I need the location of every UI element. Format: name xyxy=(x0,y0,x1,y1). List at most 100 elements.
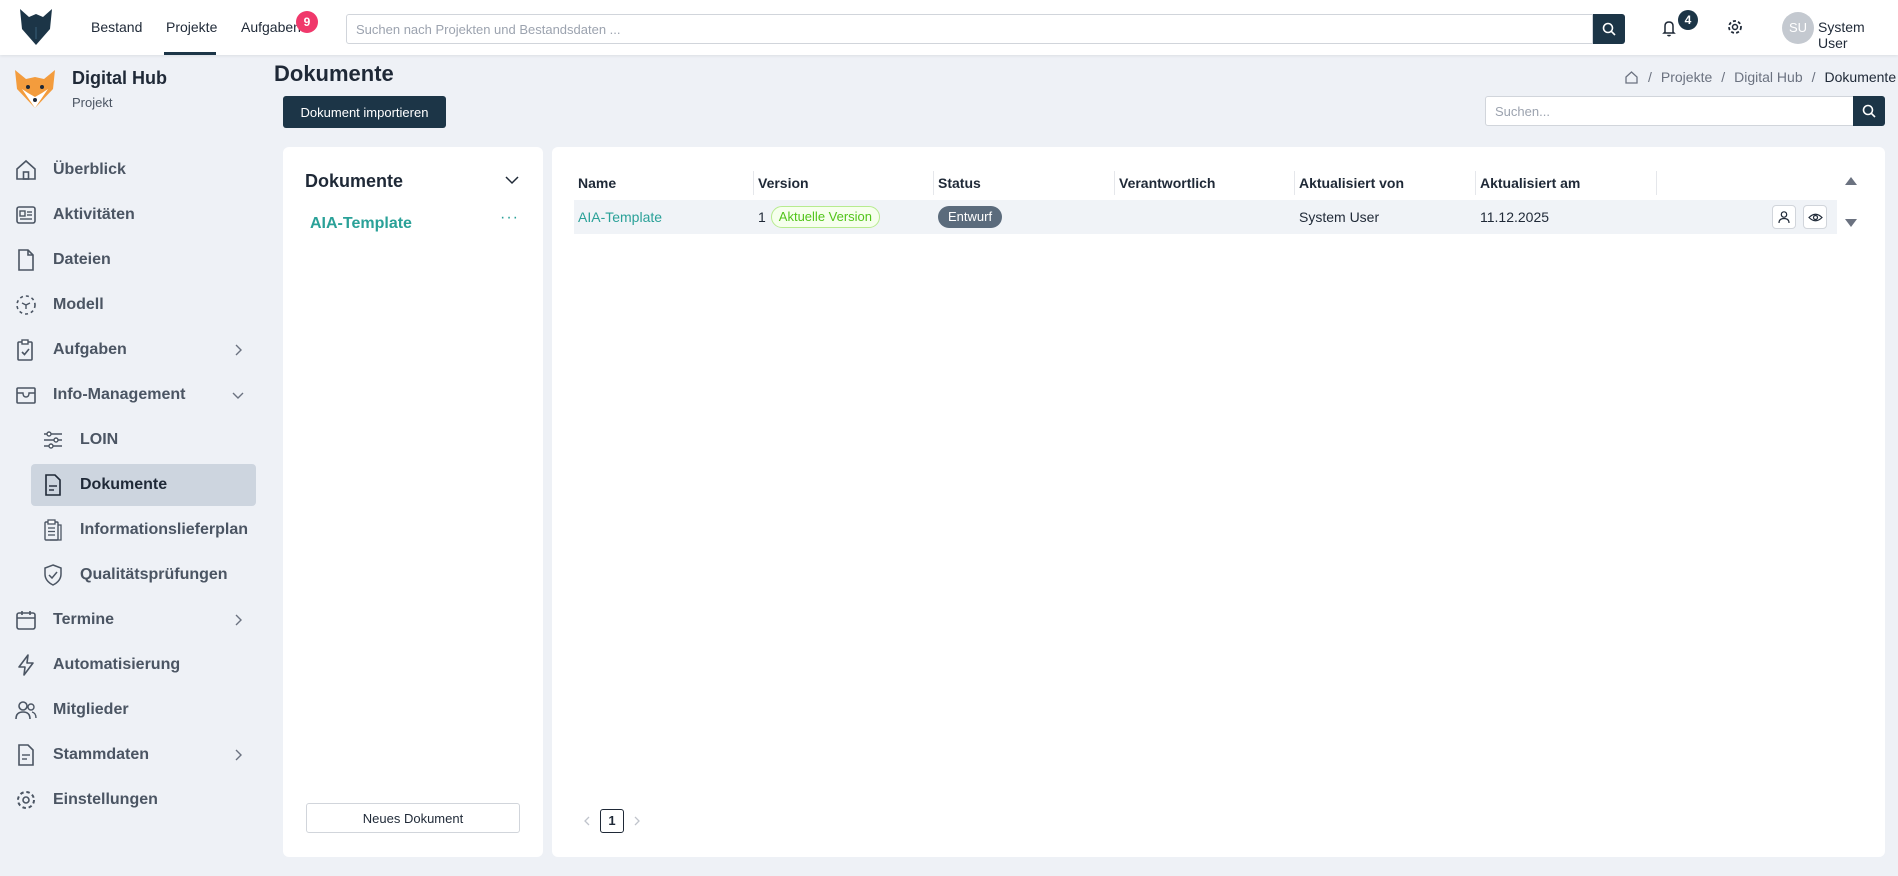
documents-tree-panel: Dokumente AIA-Template ··· Neues Dokumen… xyxy=(283,147,543,857)
document-name-link[interactable]: AIA-Template xyxy=(578,209,662,225)
sidebar-item-label: Stammdaten xyxy=(53,746,150,763)
more-options-icon[interactable]: ··· xyxy=(500,209,519,227)
sidebar-item-label: Aufgaben xyxy=(53,341,127,358)
scroll-up-arrow-icon[interactable] xyxy=(1845,177,1857,185)
user-icon xyxy=(1778,211,1790,224)
documents-table-panel: Name Version Status Verantwortlich Aktua… xyxy=(552,147,1885,857)
project-fox-avatar-icon xyxy=(15,70,55,108)
assign-user-button[interactable] xyxy=(1772,205,1796,229)
chevron-right-icon xyxy=(235,749,242,761)
sidebar-item-label: Mitglieder xyxy=(53,701,129,718)
shield-check-icon xyxy=(39,561,67,589)
clipboard-list-icon xyxy=(39,516,67,544)
home-icon[interactable] xyxy=(1624,70,1639,85)
sidebar-item-label: Einstellungen xyxy=(53,791,158,808)
column-header-version[interactable]: Version xyxy=(754,171,934,195)
sidebar-item-label: Dateien xyxy=(53,251,111,268)
file-icon xyxy=(12,246,40,274)
breadcrumb: / Projekte / Digital Hub / Dokumente xyxy=(1624,68,1896,86)
sidebar-item-automatisierung[interactable]: Automatisierung xyxy=(12,644,258,686)
column-header-actions xyxy=(1657,171,1837,195)
nav-projekte[interactable]: Projekte xyxy=(166,19,217,35)
sidebar-subitem-qualitaetspruefungen[interactable]: Qualitätsprüfungen xyxy=(31,554,256,596)
tasks-count-badge: 9 xyxy=(296,11,318,33)
nav-aufgaben[interactable]: Aufgaben xyxy=(241,19,301,35)
column-header-status[interactable]: Status xyxy=(934,171,1115,195)
activity-icon xyxy=(12,201,40,229)
chevron-right-icon xyxy=(235,344,242,356)
active-nav-indicator xyxy=(164,52,216,55)
sidebar-item-label: Termine xyxy=(53,611,115,628)
sidebar-item-aktivitaeten[interactable]: Aktivitäten xyxy=(12,194,258,236)
tree-panel-title: Dokumente xyxy=(305,171,404,191)
sidebar-item-mitglieder[interactable]: Mitglieder xyxy=(12,689,258,731)
sidebar-item-label: LOIN xyxy=(80,431,119,448)
breadcrumb-projekte[interactable]: Projekte xyxy=(1661,69,1712,85)
search-icon xyxy=(1602,22,1616,36)
clipboard-check-icon xyxy=(12,336,40,364)
sidebar-item-label: Überblick xyxy=(53,161,126,178)
sidebar-item-label: Modell xyxy=(53,296,104,313)
tree-item-aia-template[interactable]: AIA-Template xyxy=(310,215,412,233)
top-bar: Bestand Projekte Aufgaben 9 4 SU System … xyxy=(0,0,1898,55)
document-search-input[interactable] xyxy=(1485,96,1854,126)
model-icon xyxy=(12,291,40,319)
table-row[interactable]: AIA-Template 1 Aktuelle Version Entwurf … xyxy=(574,200,1837,234)
sidebar-subitem-dokumente[interactable]: Dokumente xyxy=(31,464,256,506)
sidebar-item-einstellungen[interactable]: Einstellungen xyxy=(12,779,258,821)
column-header-aktualisiert-am[interactable]: Aktualisiert am xyxy=(1476,171,1657,195)
status-badge: Entwurf xyxy=(938,206,1003,228)
pagination-page-1[interactable]: 1 xyxy=(600,809,624,833)
sidebar-item-aufgaben[interactable]: Aufgaben xyxy=(12,329,258,371)
global-search-input[interactable] xyxy=(346,14,1593,44)
breadcrumb-digital-hub[interactable]: Digital Hub xyxy=(1734,69,1802,85)
user-avatar[interactable]: SU xyxy=(1782,12,1814,44)
sidebar-item-label: Automatisierung xyxy=(53,656,181,673)
global-search-button[interactable] xyxy=(1593,14,1625,44)
sidebar-item-modell[interactable]: Modell xyxy=(12,284,258,326)
pagination: 1 xyxy=(580,809,644,833)
column-header-name[interactable]: Name xyxy=(574,171,754,195)
sidebar-item-stammdaten[interactable]: Stammdaten xyxy=(12,734,258,776)
updated-at-cell: 11.12.2025 xyxy=(1480,209,1550,225)
sidebar-item-dateien[interactable]: Dateien xyxy=(12,239,258,281)
breadcrumb-dokumente: Dokumente xyxy=(1824,69,1897,85)
updated-by-cell: System User xyxy=(1299,209,1380,225)
document-icon xyxy=(12,741,40,769)
nav-bestand[interactable]: Bestand xyxy=(91,19,142,35)
sidebar-item-label: Aktivitäten xyxy=(53,206,135,223)
bell-icon[interactable] xyxy=(1658,17,1680,39)
sidebar-item-label: Qualitätsprüfungen xyxy=(80,566,228,583)
sidebar-item-info-management[interactable]: Info-Management xyxy=(12,374,258,416)
users-icon xyxy=(12,696,40,724)
sidebar-item-ueberblick[interactable]: Überblick xyxy=(12,149,258,191)
notifications-count-badge: 4 xyxy=(1678,10,1698,30)
sidebar-item-label: Info-Management xyxy=(53,386,186,403)
new-document-button[interactable]: Neues Dokument xyxy=(306,803,520,833)
page-title: Dokumente xyxy=(274,61,394,86)
pagination-prev-icon[interactable] xyxy=(580,814,594,828)
home-icon xyxy=(12,156,40,184)
inbox-icon xyxy=(12,381,40,409)
chevron-right-icon xyxy=(235,614,242,626)
fox-logo-icon[interactable] xyxy=(18,7,54,47)
gear-icon xyxy=(12,786,40,814)
document-lines-icon xyxy=(39,471,67,499)
settings-gear-icon[interactable] xyxy=(1724,16,1746,38)
column-header-aktualisiert-von[interactable]: Aktualisiert von xyxy=(1295,171,1476,195)
search-icon xyxy=(1862,104,1876,118)
calendar-icon xyxy=(12,606,40,634)
user-name[interactable]: System User xyxy=(1818,19,1898,51)
view-document-button[interactable] xyxy=(1803,205,1827,229)
pagination-next-icon[interactable] xyxy=(630,814,644,828)
sidebar-item-termine[interactable]: Termine xyxy=(12,599,258,641)
scroll-down-arrow-icon[interactable] xyxy=(1845,219,1857,227)
chevron-down-icon[interactable] xyxy=(503,171,521,189)
sidebar-subitem-informationslieferplan[interactable]: Informationslieferplan xyxy=(31,509,256,551)
sidebar-item-label: Dokumente xyxy=(80,476,168,493)
column-header-verantwortlich[interactable]: Verantwortlich xyxy=(1115,171,1295,195)
import-document-button[interactable]: Dokument importieren xyxy=(283,96,446,128)
sidebar: Digital Hub Projekt Überblick Aktivitäte… xyxy=(0,55,270,876)
document-search-button[interactable] xyxy=(1853,96,1885,126)
sidebar-subitem-loin[interactable]: LOIN xyxy=(31,419,256,461)
